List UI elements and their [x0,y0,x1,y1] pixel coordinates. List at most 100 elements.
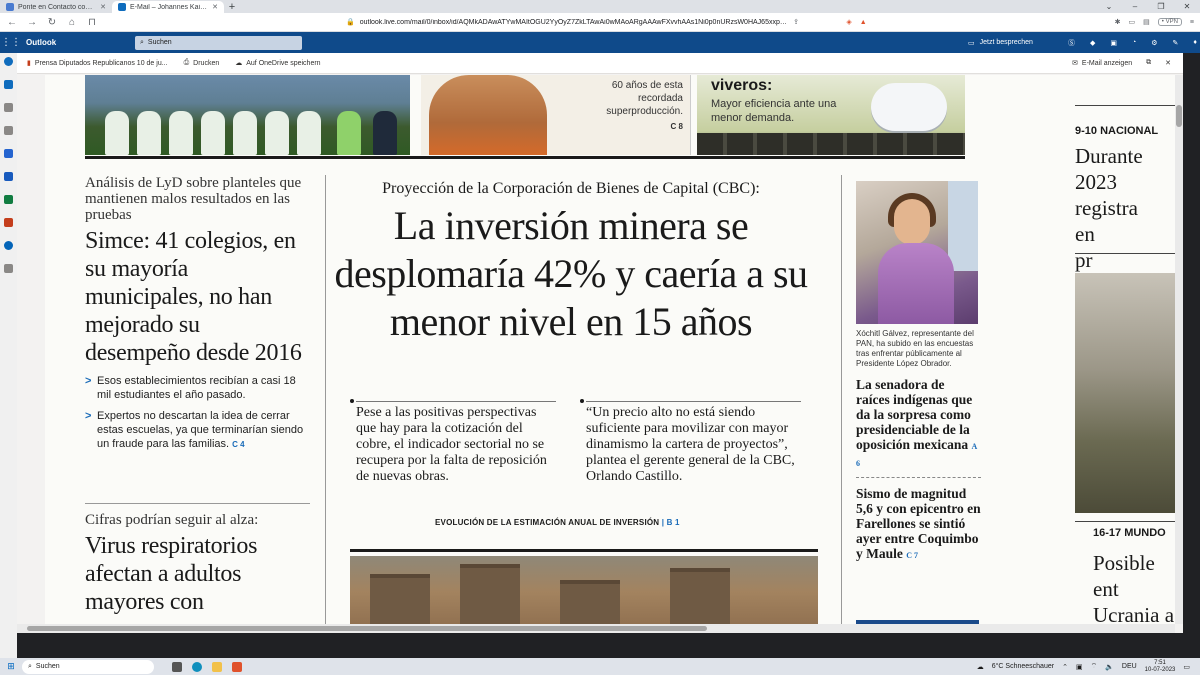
taskbar-search[interactable]: ⌕ Suchen [22,659,154,674]
popout-icon[interactable]: ⧉ [1146,59,1151,67]
menu-icon[interactable]: ≡ [1190,19,1194,26]
football-team-photo [85,75,410,155]
windows-start-icon[interactable]: ⊞ [0,661,22,672]
movie-photo: 60 años de esta recordada superproducció… [421,75,691,155]
player-figure [297,111,321,155]
scroll-thumb[interactable] [1176,105,1182,127]
word-icon[interactable] [4,172,13,181]
settings-gear-icon[interactable]: ⚙ [1151,39,1157,47]
outlook-favicon-icon [118,3,126,11]
app-rail [0,53,17,658]
extensions-icon[interactable]: ✱ [1115,18,1121,26]
notifications-icon[interactable]: ◔ [1132,39,1136,46]
search-input[interactable]: ⌕ Suchen [135,35,302,50]
show-email-button[interactable]: ✉ E-Mail anzeigen [1072,59,1132,68]
wifi-icon[interactable]: ⌔ [1091,662,1098,671]
meet-now-label[interactable]: Jetzt besprechen [980,39,1033,46]
browser-tab-outlook[interactable]: E-Mail – Johannes Kaiser – Outlo ✕ [112,1,224,13]
header-right-tools: ▭ Jetzt besprechen Ⓢ ◆ ▣ ◔ ⚙ ✎ ♦ [968,35,1197,50]
attachment-title: ▮ Prensa Diputados Republicanos 10 de ju… [27,59,168,68]
taskbar-apps [172,661,242,672]
tab-search-icon[interactable]: ⌄ [1096,0,1122,13]
excel-icon[interactable] [4,195,13,204]
volume-icon[interactable]: 🔈 [1105,663,1114,671]
save-to-onedrive-button[interactable]: ☁ Auf OneDrive speichern [235,59,320,68]
rewards-icon[interactable]: ◆ [1090,39,1095,47]
lock-icon[interactable]: 🔒 [346,18,355,26]
edge-sidebar-icon[interactable] [4,57,13,66]
column-line [586,401,801,402]
browser-toolbar: ← → ↻ ⌂ ⊓ 🔒 outlook.live.com/mail/0/inbo… [0,13,1200,32]
brave-shield-icon[interactable]: ◈ [846,18,851,26]
mail-icon[interactable] [4,80,13,89]
wallet-icon[interactable]: ▤ [1143,18,1150,26]
address-bar[interactable]: 🔒 outlook.live.com/mail/0/inbox/id/AQMkA… [340,15,805,29]
left-page-ref: C 4 [232,440,245,449]
section-label-mundo: 16-17 MUNDO [1093,527,1166,539]
building-shape [560,580,620,624]
tray-app-icon[interactable]: ▣ [1076,663,1083,671]
notifications-icon[interactable]: ▭ [1183,663,1190,671]
clock[interactable]: 7:51 10-07-2023 [1145,660,1176,674]
adjacent-page: 9-10 NACIONAL Durante 2023 registra en p… [1075,75,1175,624]
apps-icon[interactable] [4,264,13,273]
outlook-brand[interactable]: Outlook [22,38,132,47]
close-window-icon[interactable]: ✕ [1174,0,1200,13]
sidebar-icon[interactable]: ▭ [1129,18,1136,26]
teams-icon[interactable]: ▣ [1110,39,1117,47]
forward-icon[interactable]: → [26,17,38,28]
close-viewer-icon[interactable]: ✕ [1165,59,1171,67]
minimize-icon[interactable]: – [1122,0,1148,13]
brave-browser-icon[interactable] [232,661,242,672]
home-icon[interactable]: ⌂ [66,17,78,28]
close-tab-icon[interactable]: ✕ [212,3,218,11]
maximize-icon[interactable]: ❐ [1148,0,1174,13]
scroll-thumb[interactable] [27,626,707,631]
share-icon[interactable]: ⇪ [793,18,799,26]
windows-taskbar: ⊞ ⌕ Suchen ☁ 6°C Schneeschauer ⌃ ▣ ⌔ 🔈 D… [0,658,1200,675]
powerpoint-icon[interactable] [4,218,13,227]
clock-date: 10-07-2023 [1144,666,1176,673]
skype-icon[interactable]: Ⓢ [1068,38,1075,48]
bookmark-icon[interactable]: ⊓ [86,17,98,28]
people-icon[interactable] [4,126,13,135]
movie-page-ref: C 8 [670,122,683,131]
file-explorer-icon[interactable] [212,661,222,672]
right-headline-2: Sismo de magnitud 5,6 y con epicentro en… [856,486,981,563]
input-language[interactable]: DEU [1122,663,1137,670]
reload-icon[interactable]: ↻ [46,17,58,28]
player-figure [137,111,161,155]
left-bullet: Esos establecimientos recibían a casi 18… [85,374,310,402]
calendar-icon[interactable] [4,103,13,112]
viewer-toolbar: ▮ Prensa Diputados Republicanos 10 de ju… [17,53,1183,74]
app-launcher-icon[interactable]: ⋮⋮ [0,37,22,48]
brave-rewards-icon[interactable]: ▲ [860,19,867,26]
new-tab-button[interactable]: + [224,1,240,13]
weather-icon[interactable]: ☁ [977,663,984,671]
left-column-story-2: Cifras podrían seguir al alza: Virus res… [85,512,310,616]
tray-chevron-icon[interactable]: ⌃ [1062,663,1068,671]
premium-icon[interactable]: ♦ [1193,39,1197,46]
column-divider [841,175,842,624]
section-rule [350,549,818,552]
browser-tab-contact[interactable]: Ponte en Contacto con Nosotros - Un ✕ [0,1,112,13]
todo-icon[interactable] [4,149,13,158]
movie-caption-text: 60 años de esta recordada superproducció… [606,80,683,117]
main-story: Proyección de la Corporación de Bienes d… [327,180,815,346]
edge-icon[interactable] [192,661,202,672]
print-button[interactable]: ⎙ Drucken [184,59,220,67]
left-headline-2: Virus respiratorios afectan a adultos ma… [85,533,258,615]
close-tab-icon[interactable]: ✕ [100,3,106,11]
vpn-button[interactable]: • VPN [1157,18,1182,26]
clock-time: 7:51 [1154,659,1166,666]
back-icon[interactable]: ← [6,17,18,28]
right-headline-2-text: Sismo de magnitud 5,6 y con epicentro en… [856,486,981,561]
weather-text[interactable]: 6°C Schneeschauer [992,663,1054,670]
player-figure [233,111,257,155]
horizontal-scrollbar[interactable] [17,624,1175,633]
onedrive-icon[interactable] [4,241,13,250]
meet-now-icon[interactable]: ▭ [968,39,975,47]
vertical-scrollbar[interactable] [1175,75,1183,624]
tips-icon[interactable]: ✎ [1172,39,1178,47]
task-view-icon[interactable] [172,661,182,672]
